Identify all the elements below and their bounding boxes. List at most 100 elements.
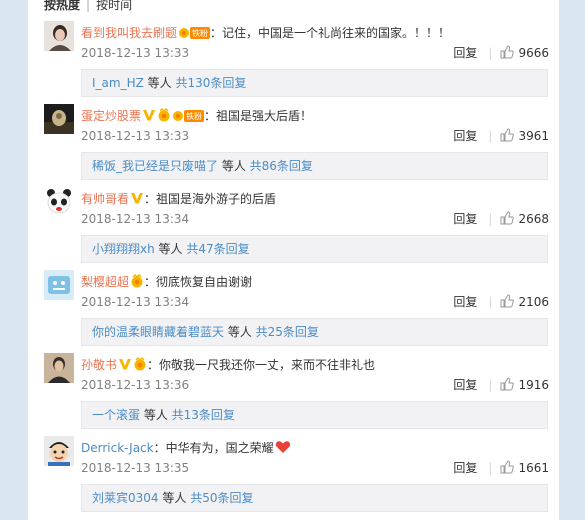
sub-reply-user-link[interactable]: 你的温柔眼睛藏着碧蓝天 bbox=[92, 325, 224, 339]
comment-actions: 回复 | 1661 bbox=[453, 460, 549, 476]
avatar[interactable] bbox=[44, 436, 74, 466]
comment-line: Derrick-Jack：中华有为，国之荣耀 bbox=[81, 439, 291, 457]
like-count: 3961 bbox=[518, 129, 549, 143]
comment-item: 蛋定炒股票 铁粉 ：祖国是强大后盾！ 2018-12-13 13:33 回复 | 396… bbox=[28, 104, 559, 187]
sort-divider: | bbox=[86, 0, 91, 12]
sort-by-time-tab[interactable]: 按时间 bbox=[96, 0, 132, 12]
avatar[interactable] bbox=[44, 187, 74, 217]
heart-emoji-icon bbox=[275, 440, 291, 459]
comment-text: 中华有为，国之荣耀 bbox=[165, 441, 274, 455]
like-count: 2668 bbox=[518, 212, 549, 226]
sub-reply-count-link[interactable]: 共86条回复 bbox=[250, 159, 313, 173]
sub-reply-connector: 等人 bbox=[143, 76, 176, 90]
username-link[interactable]: 梨樱超超 bbox=[81, 275, 129, 289]
comment-line: 看到我叫我去刷题 铁粉 ：记住，中国是一个礼尚往来的国家。！！！ bbox=[81, 24, 450, 42]
sub-reply-connector: 等人 bbox=[218, 159, 250, 173]
comment-line: 有帅哥看 ：祖国是海外游子的后盾 bbox=[81, 190, 276, 208]
sub-replies-box[interactable]: 稀饭_我已经是只废喵了 等人 共86条回复 bbox=[81, 152, 548, 180]
username-link[interactable]: 蛋定炒股票 bbox=[81, 109, 141, 123]
thumbs-up-icon[interactable] bbox=[500, 294, 515, 312]
avatar[interactable] bbox=[44, 353, 74, 383]
sub-reply-user-link[interactable]: I_am_HZ bbox=[92, 76, 144, 90]
sub-reply-user-link[interactable]: 一个滚蛋 bbox=[92, 408, 140, 422]
sub-reply-count-link[interactable]: 共13条回复 bbox=[172, 408, 235, 422]
comment-line: 梨樱超超 ：彻底恢复自由谢谢 bbox=[81, 273, 252, 291]
action-divider: | bbox=[488, 46, 493, 60]
timestamp: 2018-12-13 13:34 bbox=[81, 212, 190, 226]
reply-button[interactable]: 回复 bbox=[453, 378, 477, 392]
action-divider: | bbox=[488, 378, 493, 392]
sub-reply-connector: 等人 bbox=[158, 491, 191, 505]
sub-reply-count-link[interactable]: 共47条回复 bbox=[186, 242, 249, 256]
sub-reply-connector: 等人 bbox=[224, 325, 256, 339]
username-link[interactable]: 孙敬书 bbox=[81, 358, 117, 372]
sub-replies-box[interactable]: 一个滚蛋 等人 共13条回复 bbox=[81, 401, 548, 429]
svg-text:铁粉: 铁粉 bbox=[186, 111, 202, 121]
timestamp: 2018-12-13 13:34 bbox=[81, 295, 190, 309]
comment-separator: ： bbox=[147, 358, 160, 372]
username-link[interactable]: 有帅哥看 bbox=[81, 192, 129, 206]
reply-button[interactable]: 回复 bbox=[453, 46, 477, 60]
reply-button[interactable]: 回复 bbox=[453, 129, 477, 143]
fan-badge-icon bbox=[130, 273, 144, 293]
comment-text: 祖国是强大后盾！ bbox=[216, 109, 313, 123]
comment-line: 孙敬书 ：你敬我一尺我还你一丈，来而不往非礼也 bbox=[81, 356, 375, 374]
iron-fan-badge-icon: 铁粉 bbox=[172, 108, 205, 127]
sub-reply-count-link[interactable]: 共130条回复 bbox=[175, 76, 246, 90]
reply-button[interactable]: 回复 bbox=[453, 212, 477, 226]
comment-actions: 回复 | 3961 bbox=[453, 128, 549, 144]
comment-text: 你敬我一尺我还你一丈，来而不往非礼也 bbox=[159, 358, 376, 372]
sort-by-hot-tab[interactable]: 按热度 bbox=[44, 0, 80, 12]
like-count: 9666 bbox=[518, 46, 549, 60]
comment-item: 有帅哥看 ：祖国是海外游子的后盾 2018-12-13 13:34 回复 | 2668… bbox=[28, 187, 559, 270]
comment-item: 孙敬书 ：你敬我一尺我还你一丈，来而不往非礼也 2018-12-13 13:36 … bbox=[28, 353, 559, 436]
avatar[interactable] bbox=[44, 104, 74, 134]
action-divider: | bbox=[488, 461, 493, 475]
comment-text: 记住，中国是一个礼尚往来的国家。！！！ bbox=[222, 26, 451, 40]
sub-replies-box[interactable]: I_am_HZ 等人 共130条回复 bbox=[81, 69, 548, 97]
thumbs-up-icon[interactable] bbox=[500, 45, 515, 63]
svg-text:铁粉: 铁粉 bbox=[192, 28, 208, 38]
comment-panel: 按热度 | 按时间 看到我叫我去刷题 铁粉 ：记住，中国是一个礼尚往来的国家。！！！ 2… bbox=[28, 0, 559, 520]
avatar[interactable] bbox=[44, 21, 74, 51]
sub-replies-box[interactable]: 小翔翔翔xh 等人 共47条回复 bbox=[81, 235, 548, 263]
username-link[interactable]: 看到我叫我去刷题 bbox=[81, 26, 177, 40]
comment-separator: ： bbox=[153, 441, 166, 455]
sub-reply-user-link[interactable]: 稀饭_我已经是只废喵了 bbox=[92, 159, 218, 173]
verified-v-icon bbox=[142, 108, 156, 127]
like-count: 2106 bbox=[518, 295, 549, 309]
verified-v-icon bbox=[118, 357, 132, 376]
reply-button[interactable]: 回复 bbox=[453, 461, 477, 475]
timestamp: 2018-12-13 13:33 bbox=[81, 46, 190, 60]
comment-actions: 回复 | 2106 bbox=[453, 294, 549, 310]
comment-item: 看到我叫我去刷题 铁粉 ：记住，中国是一个礼尚往来的国家。！！！ 2018-12-1… bbox=[28, 21, 559, 104]
action-divider: | bbox=[488, 129, 493, 143]
username-link[interactable]: Derrick-Jack bbox=[81, 441, 154, 455]
comment-separator: ： bbox=[204, 109, 217, 123]
sub-replies-box[interactable]: 刘莱宾0304 等人 共50条回复 bbox=[81, 484, 548, 512]
iron-fan-badge-icon: 铁粉 bbox=[178, 25, 211, 44]
comment-actions: 回复 | 9666 bbox=[453, 45, 549, 61]
comment-separator: ： bbox=[144, 192, 157, 206]
like-count: 1916 bbox=[518, 378, 549, 392]
thumbs-up-icon[interactable] bbox=[500, 211, 515, 229]
sub-replies-box[interactable]: 你的温柔眼睛藏着碧蓝天 等人 共25条回复 bbox=[81, 318, 548, 346]
timestamp: 2018-12-13 13:33 bbox=[81, 129, 190, 143]
sub-reply-count-link[interactable]: 共25条回复 bbox=[256, 325, 319, 339]
avatar[interactable] bbox=[44, 270, 74, 300]
comment-separator: ： bbox=[210, 26, 223, 40]
sub-reply-user-link[interactable]: 刘莱宾0304 bbox=[92, 491, 159, 505]
comment-text: 祖国是海外游子的后盾 bbox=[156, 192, 277, 206]
sub-reply-connector: 等人 bbox=[140, 408, 172, 422]
fan-badge-icon bbox=[157, 107, 171, 127]
reply-button[interactable]: 回复 bbox=[453, 295, 477, 309]
sub-reply-count-link[interactable]: 共50条回复 bbox=[190, 491, 253, 505]
comment-actions: 回复 | 2668 bbox=[453, 211, 549, 227]
like-count: 1661 bbox=[518, 461, 549, 475]
timestamp: 2018-12-13 13:36 bbox=[81, 378, 190, 392]
thumbs-up-icon[interactable] bbox=[500, 377, 515, 395]
fan-badge-icon bbox=[133, 356, 147, 376]
thumbs-up-icon[interactable] bbox=[500, 460, 515, 478]
sub-reply-user-link[interactable]: 小翔翔翔xh bbox=[92, 242, 155, 256]
thumbs-up-icon[interactable] bbox=[500, 128, 515, 146]
